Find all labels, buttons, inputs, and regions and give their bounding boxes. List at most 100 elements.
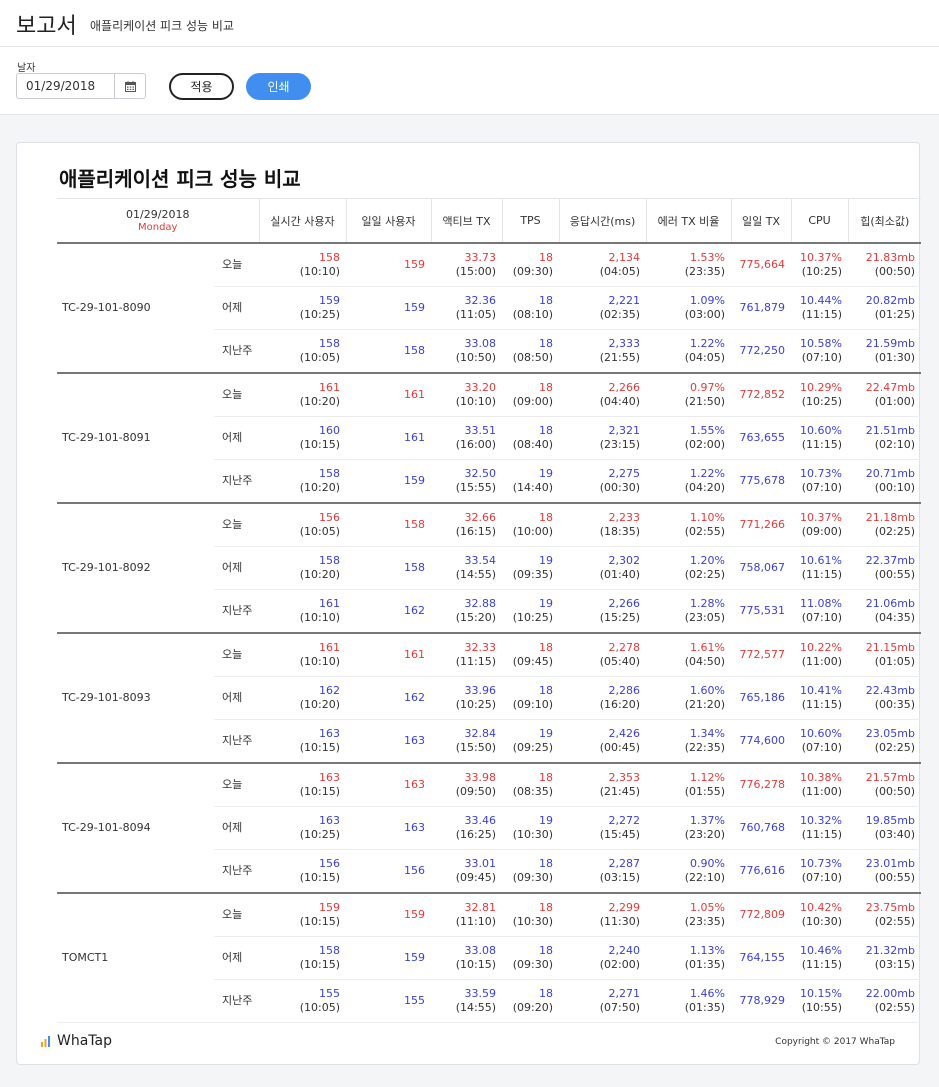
metric-value: 159 [404,258,425,271]
metric-value: 2,286 [608,684,641,697]
date-picker [16,73,146,99]
metric-value: 18 [539,987,553,1000]
metric-value: 2,266 [608,381,641,394]
period-label: 어제 [214,936,259,980]
metric-cell: 162 (10:20) [259,676,346,720]
metric-time: (10:05) [299,1001,340,1014]
metric-time: (00:50) [874,785,915,798]
metric-cell: 776,278 [731,763,791,807]
metric-time: (04:35) [874,611,915,624]
metric-time: (22:10) [684,871,725,884]
metric-value: 162 [319,684,340,697]
period-label: 오늘 [214,243,259,287]
metric-cell: 1.13% (01:35) [646,936,731,980]
metric-value: 156 [404,864,425,877]
date-input[interactable] [17,74,115,98]
metric-value: 33.96 [464,684,497,697]
metric-value: 10.60% [800,727,842,740]
metric-cell: 20.82mb (01:25) [848,286,921,330]
column-header: 응답시간(ms) [559,198,647,244]
metric-value: 18 [539,684,553,697]
metric-cell: 10.73% (07:10) [791,849,848,894]
metric-time: (14:55) [455,568,496,581]
metric-time: (04:40) [599,395,640,408]
metric-time: (16:00) [455,438,496,451]
metric-cell: 761,879 [731,286,791,330]
metric-value: 2,426 [608,727,641,740]
metric-time: (15:25) [599,611,640,624]
metric-cell: 2,299 (11:30) [559,893,646,937]
metric-cell: 1.37% (23:20) [646,806,731,850]
metric-value: 33.08 [464,337,497,350]
server-name: TOMCT1 [57,893,214,1023]
metric-cell: 2,333 (21:55) [559,329,646,374]
metric-time: (08:10) [512,308,553,321]
metric-value: 33.51 [464,424,497,437]
metric-value: 21.18mb [865,511,915,524]
metric-value: 20.82mb [865,294,915,307]
metric-cell: 33.59 (14:55) [431,979,502,1023]
metric-time: (07:10) [801,741,842,754]
metric-cell: 1.28% (23:05) [646,589,731,634]
metric-time: (16:25) [455,828,496,841]
metric-time: (01:35) [684,958,725,971]
metric-cell: 160 (10:15) [259,416,346,460]
period-label: 오늘 [214,373,259,417]
metric-value: 21.51mb [865,424,915,437]
period-label: 어제 [214,286,259,330]
metric-value: 19 [539,467,553,480]
column-header: 실시간 사용자 [259,198,347,244]
metric-value: 1.13% [690,944,725,957]
metric-time: (14:55) [455,1001,496,1014]
calendar-button[interactable] [114,74,145,98]
period-label: 지난주 [214,589,259,634]
metric-cell: 18 (09:30) [502,243,559,287]
metric-time: (09:25) [512,741,553,754]
metric-value: 11.08% [800,597,842,610]
date-header: 01/29/2018 Monday [57,198,260,244]
metric-cell: 778,929 [731,979,791,1023]
metric-value: 33.73 [464,251,497,264]
metric-value: 10.60% [800,424,842,437]
metric-value: 158 [319,467,340,480]
metric-value: 2,240 [608,944,641,957]
metric-time: (11:15) [801,958,842,971]
metric-cell: 32.66 (16:15) [431,503,502,547]
metric-time: (00:45) [599,741,640,754]
metric-value: 33.08 [464,944,497,957]
metric-cell: 156 (10:15) [259,849,346,894]
metric-cell: 161 [346,633,431,677]
table-body: TC-29-101-8090 오늘 158 (10:10) 159 33.73 (15:00… [57,243,921,1023]
metric-time: (00:30) [599,481,640,494]
metric-time: (21:55) [599,351,640,364]
table-row: TC-29-101-8093 오늘 161 (10:10) 161 32.33 (11:15… [57,633,921,764]
metric-cell: 32.81 (11:10) [431,893,502,937]
metric-cell: 155 (10:05) [259,979,346,1023]
print-button[interactable]: 인쇄 [246,73,311,100]
metric-cell: 1.55% (02:00) [646,416,731,460]
metric-cell: 772,809 [731,893,791,937]
metric-time: (10:30) [512,915,553,928]
apply-button[interactable]: 적용 [169,73,234,100]
metric-cell: 32.88 (15:20) [431,589,502,634]
metric-time: (11:15) [455,655,496,668]
column-header: 일일 TX [731,198,792,244]
metric-value: 10.37% [800,251,842,264]
metric-time: (07:10) [801,871,842,884]
metric-time: (16:20) [599,698,640,711]
metric-time: (10:20) [299,568,340,581]
metric-time: (09:30) [512,265,553,278]
metric-cell: 158 (10:20) [259,546,346,590]
server-name: TC-29-101-8091 [57,373,214,504]
metric-value: 19.85mb [865,814,915,827]
metric-time: (09:30) [512,871,553,884]
metric-cell: 1.34% (22:35) [646,719,731,764]
table-row: TC-29-101-8090 오늘 158 (10:10) 159 33.73 (15:00… [57,243,921,374]
metric-cell: 158 (10:20) [259,459,346,504]
bar-chart-logo-icon [41,1036,50,1047]
metric-time: (03:00) [684,308,725,321]
metric-cell: 2,233 (18:35) [559,503,646,547]
metric-value: 776,278 [739,778,786,791]
metric-cell: 161 (10:10) [259,633,346,677]
metric-time: (09:35) [512,568,553,581]
